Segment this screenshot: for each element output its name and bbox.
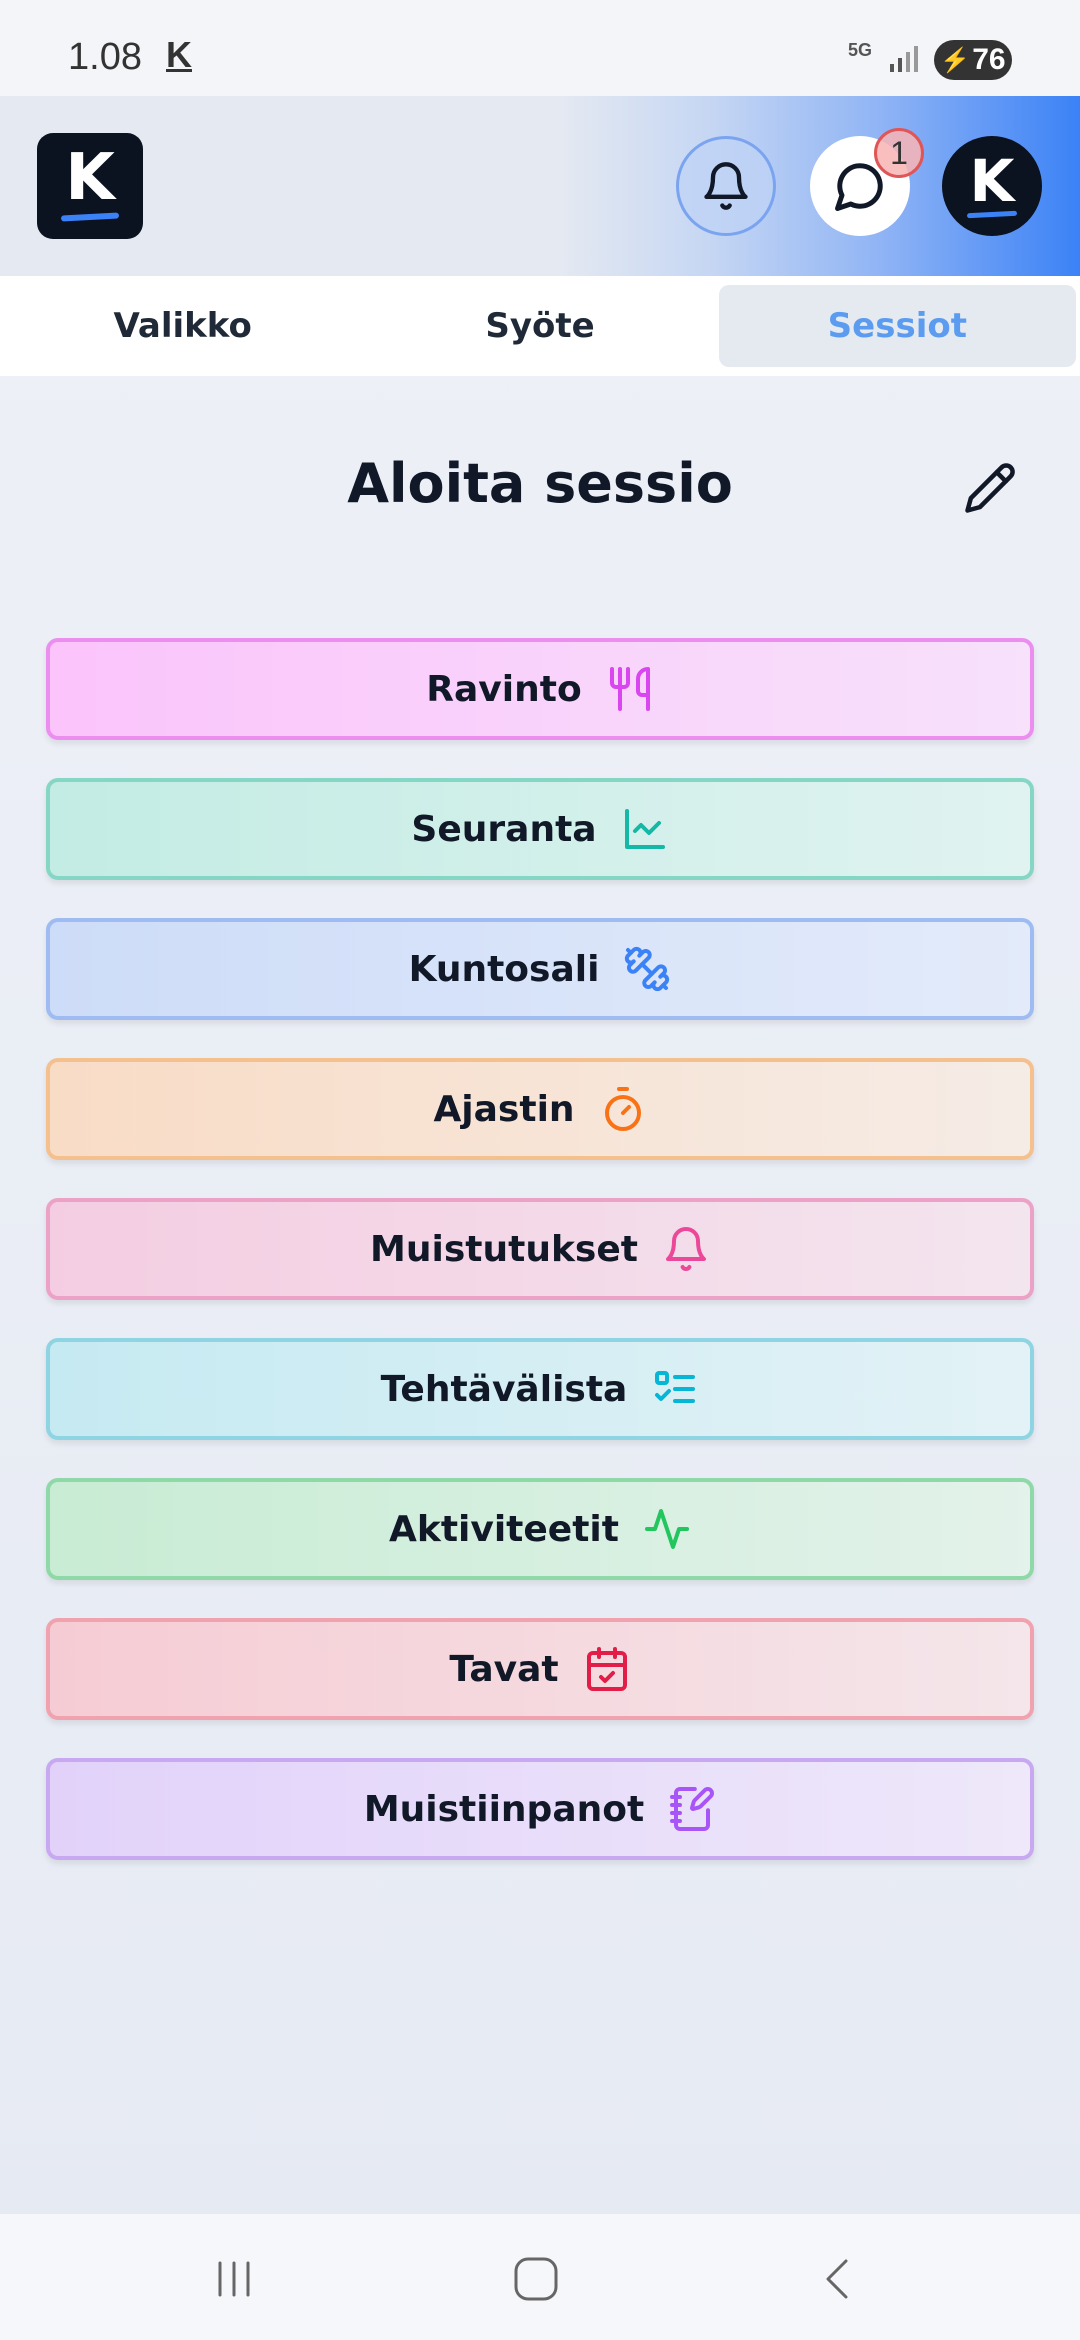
session-label: Ravinto xyxy=(426,668,582,710)
session-tavat[interactable]: Tavat xyxy=(46,1618,1034,1720)
session-label: Ajastin xyxy=(433,1088,575,1130)
back-button[interactable] xyxy=(808,2254,868,2304)
session-label: Tavat xyxy=(449,1648,559,1690)
tab-sessiot[interactable]: Sessiot xyxy=(718,285,1076,367)
app-indicator: K xyxy=(166,34,192,75)
battery-level: 76 xyxy=(972,43,1006,76)
tab-bar: Valikko Syöte Sessiot xyxy=(0,276,1080,376)
charging-icon: ⚡ xyxy=(940,46,971,74)
page-title: Aloita sessio xyxy=(347,452,733,515)
tab-syote[interactable]: Syöte xyxy=(361,285,718,367)
session-ajastin[interactable]: Ajastin xyxy=(46,1058,1034,1160)
session-kuntosali[interactable]: Kuntosali xyxy=(46,918,1034,1020)
session-ravinto[interactable]: Ravinto xyxy=(46,638,1034,740)
bell-icon xyxy=(704,162,748,210)
session-aktiviteetit[interactable]: Aktiviteetit xyxy=(46,1478,1034,1580)
timer-icon xyxy=(604,1087,641,1131)
chart-line-icon xyxy=(624,809,665,849)
recents-icon xyxy=(218,2261,250,2297)
list-checks-icon xyxy=(655,1371,696,1403)
battery-indicator: ⚡ 76 xyxy=(934,40,1012,80)
pencil-icon xyxy=(965,463,1015,513)
app-header: K 1 K xyxy=(0,96,1080,276)
recents-button[interactable] xyxy=(204,2254,264,2304)
notifications-button[interactable] xyxy=(676,136,776,236)
session-label: Muistutukset xyxy=(370,1228,638,1270)
status-time: 1.08 xyxy=(68,36,142,78)
messages-badge: 1 xyxy=(874,128,924,178)
back-icon xyxy=(826,2259,848,2299)
avatar[interactable]: K xyxy=(942,136,1042,236)
edit-button[interactable] xyxy=(960,458,1020,518)
notebook-pen-icon xyxy=(670,1787,715,1831)
session-label: Muistiinpanot xyxy=(363,1788,645,1830)
home-icon xyxy=(514,2257,558,2301)
session-label: Kuntosali xyxy=(408,948,600,990)
activity-icon xyxy=(644,1509,689,1549)
session-label: Tehtävälista xyxy=(380,1368,628,1410)
status-bar: 1.08 K 5G ⚡ 76 xyxy=(0,0,1080,96)
session-muistiinpanot[interactable]: Muistiinpanot xyxy=(46,1758,1034,1860)
logo-letter: K xyxy=(65,141,115,215)
home-button[interactable] xyxy=(506,2254,566,2304)
tab-valikko[interactable]: Valikko xyxy=(4,285,361,367)
avatar-letter: K xyxy=(969,146,1015,215)
dumbbell-icon xyxy=(625,946,670,992)
session-tehtavalista[interactable]: Tehtävälista xyxy=(46,1338,1034,1440)
system-navbar xyxy=(0,2214,1080,2340)
session-seuranta[interactable]: Seuranta xyxy=(46,778,1034,880)
session-label: Aktiviteetit xyxy=(389,1508,619,1550)
network-indicator: 5G xyxy=(848,40,873,60)
app-logo[interactable]: K xyxy=(37,133,143,239)
signal-icon xyxy=(890,46,918,72)
utensils-icon xyxy=(609,667,650,711)
calendar-check-icon xyxy=(586,1647,627,1691)
bell-icon xyxy=(665,1227,706,1271)
session-label: Seuranta xyxy=(411,808,597,850)
session-muistutukset[interactable]: Muistutukset xyxy=(46,1198,1034,1300)
